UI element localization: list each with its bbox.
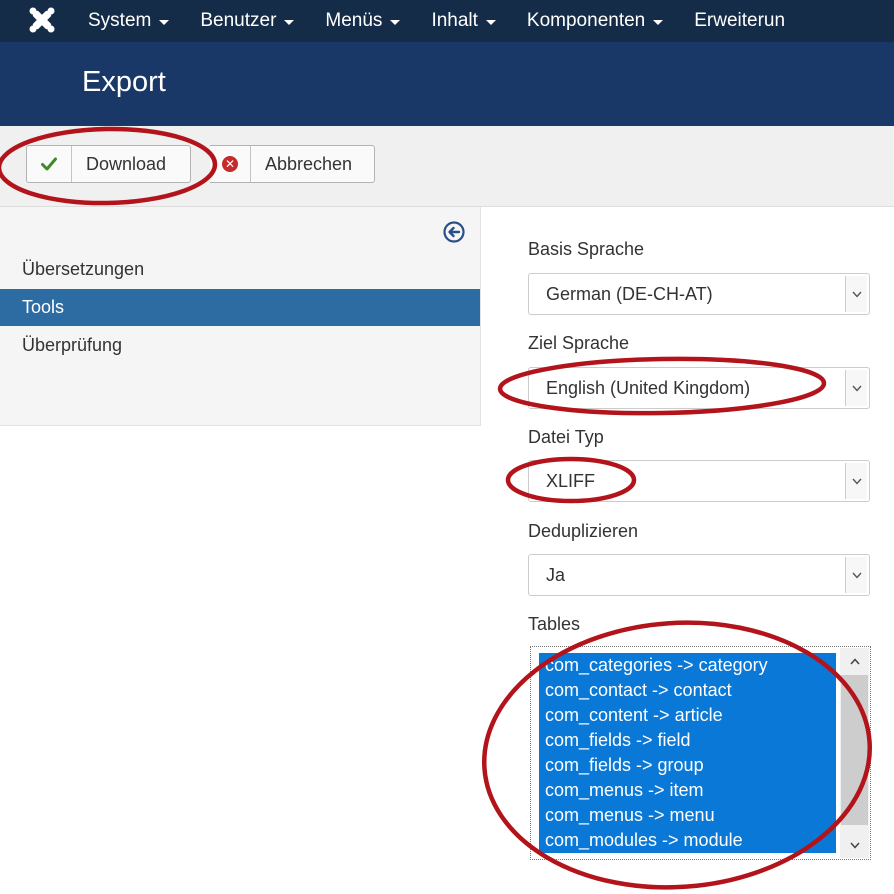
table-option[interactable]: com_fields -> field (539, 728, 836, 753)
tables-label: Tables (528, 614, 581, 634)
sidebar: Übersetzungen Tools Überprüfung (0, 207, 481, 426)
caret-down-icon (653, 19, 664, 25)
sidebar-item-label: Tools (22, 297, 65, 317)
page-title: Export (82, 66, 166, 98)
table-option[interactable]: com_contact -> contact (539, 678, 836, 703)
target-language-value: English (United Kingdom) (546, 378, 751, 398)
cancel-button-icon-box: ✕ (210, 146, 251, 182)
chevron-down-icon (845, 557, 867, 593)
scroll-down-icon[interactable] (840, 834, 869, 856)
table-option[interactable]: com_modules -> module (539, 828, 836, 853)
base-language-select[interactable]: German (DE-CH-AT) (528, 273, 870, 315)
chevron-down-icon (845, 463, 867, 499)
base-language-label: Basis Sprache (528, 239, 645, 259)
top-navbar: System Benutzer Menüs Inhalt Komponenten… (0, 0, 894, 42)
nav-item-users[interactable]: Benutzer (200, 0, 295, 42)
base-language-value: German (DE-CH-AT) (546, 284, 713, 304)
cancel-button-label: Abbrechen (265, 153, 353, 174)
deduplicate-select[interactable]: Ja (528, 554, 870, 596)
chevron-down-icon (845, 276, 867, 312)
tables-scrollbar[interactable] (840, 648, 869, 858)
download-button[interactable]: Download (26, 145, 191, 183)
file-type-value: XLIFF (546, 471, 596, 491)
sidebar-item-tools[interactable]: Tools (0, 289, 480, 326)
joomla-logo-icon[interactable] (28, 6, 56, 34)
caret-down-icon (159, 19, 170, 25)
tables-multiselect[interactable]: com_categories -> category com_contact -… (530, 646, 871, 860)
sidebar-item-review[interactable]: Überprüfung (0, 327, 480, 364)
target-language-select[interactable]: English (United Kingdom) (528, 367, 870, 409)
nav-item-system[interactable]: System (88, 0, 170, 42)
cancel-button[interactable]: ✕ Abbrechen (210, 145, 375, 183)
nav-item-extensions[interactable]: Erweiterun (694, 0, 785, 42)
caret-down-icon (485, 19, 496, 25)
nav-item-label: Komponenten (526, 10, 646, 31)
target-language-label: Ziel Sprache (528, 333, 630, 353)
toolbar: Download ✕ Abbrechen (0, 126, 894, 207)
nav-item-content[interactable]: Inhalt (431, 0, 496, 42)
page-header: Export (0, 42, 894, 126)
nav-item-label: Erweiterun (694, 10, 786, 31)
file-type-label: Datei Typ (528, 427, 604, 447)
deduplicate-label: Deduplizieren (528, 521, 639, 541)
checkmark-icon (41, 157, 57, 171)
nav-item-label: Benutzer (200, 10, 277, 31)
sidebar-item-label: Übersetzungen (22, 259, 145, 279)
nav-item-label: System (88, 10, 152, 31)
download-button-icon-box (27, 146, 72, 182)
sidebar-item-label: Überprüfung (22, 335, 123, 355)
table-option[interactable]: com_categories -> category (539, 653, 836, 678)
chevron-down-icon (845, 370, 867, 406)
scroll-up-icon[interactable] (840, 650, 869, 672)
collapse-left-circle-icon[interactable] (442, 220, 466, 244)
caret-down-icon (284, 19, 295, 25)
download-button-label: Download (86, 153, 167, 174)
deduplicate-value: Ja (546, 565, 566, 585)
table-option[interactable]: com_menus -> item (539, 778, 836, 803)
table-option[interactable]: com_content -> article (539, 703, 836, 728)
nav-item-label: Menüs (325, 10, 383, 31)
table-option[interactable]: com_menus -> menu (539, 803, 836, 828)
cancel-circle-icon: ✕ (222, 156, 238, 172)
caret-down-icon (390, 19, 401, 25)
sidebar-item-translations[interactable]: Übersetzungen (0, 251, 480, 288)
nav-item-label: Inhalt (431, 10, 478, 31)
nav-item-menus[interactable]: Menüs (325, 0, 401, 42)
tables-options: com_categories -> category com_contact -… (539, 653, 836, 853)
table-option[interactable]: com_fields -> group (539, 753, 836, 778)
scroll-thumb[interactable] (841, 675, 868, 825)
main-menu: System Benutzer Menüs Inhalt Komponenten… (88, 0, 816, 42)
file-type-select[interactable]: XLIFF (528, 460, 870, 502)
nav-item-components[interactable]: Komponenten (526, 0, 664, 42)
